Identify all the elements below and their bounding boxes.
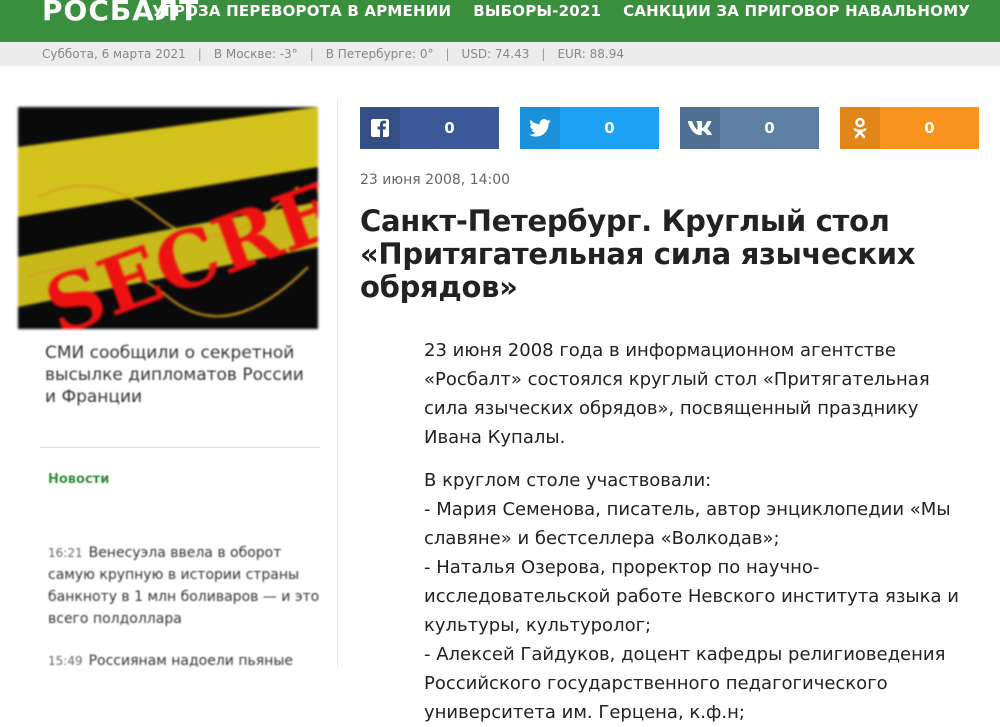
top-bar: РОСБАЛТ УГРОЗА ПЕРЕВОРОТА В АРМЕНИИ ВЫБО… bbox=[0, 0, 1000, 42]
share-count: 0 bbox=[764, 119, 775, 137]
usd-rate: USD: 74.43 bbox=[461, 47, 530, 61]
spb-weather: В Петербурге: 0° bbox=[325, 47, 434, 61]
participant-item: - Алексей Гайдуков, доцент кафедры религ… bbox=[424, 644, 946, 723]
news-heading[interactable]: Новости bbox=[48, 472, 109, 487]
divider bbox=[40, 447, 320, 448]
eur-rate: EUR: 88.94 bbox=[557, 47, 624, 61]
sidebar-news-caption[interactable]: СМИ сообщили о секретной высылке диплома… bbox=[45, 342, 305, 408]
participant-item: - Наталья Озерова, проректор по научно-и… bbox=[424, 557, 959, 636]
separator: | bbox=[309, 47, 314, 61]
separator: | bbox=[445, 47, 450, 61]
share-count: 0 bbox=[924, 119, 935, 137]
separator: | bbox=[541, 47, 546, 61]
facebook-icon bbox=[360, 107, 400, 149]
article-date: 23 июня 2008, 14:00 bbox=[360, 172, 511, 188]
news-item[interactable]: 16:21 Венесуэла ввела в оборот самую круп… bbox=[48, 542, 328, 630]
odnoklassniki-share-button[interactable]: 0 bbox=[840, 107, 979, 149]
vk-share-button[interactable]: 0 bbox=[680, 107, 819, 149]
sidebar-news-image[interactable]: SECRET bbox=[18, 107, 318, 329]
article-intro: 23 июня 2008 года в информационном агент… bbox=[424, 340, 930, 448]
facebook-share-button[interactable]: 0 bbox=[360, 107, 499, 149]
article-body: 23 июня 2008 года в информационном агент… bbox=[424, 336, 964, 727]
share-count: 0 bbox=[604, 119, 615, 137]
news-time: 15:49 bbox=[48, 654, 83, 668]
nav-link-sanctions[interactable]: САНКЦИИ ЗА ПРИГОВОР НАВАЛЬНОМУ bbox=[623, 2, 970, 20]
column-divider bbox=[337, 100, 338, 667]
participant-item: - Мария Семенова, писатель, автор энцикл… bbox=[424, 499, 951, 549]
odnoklassniki-icon bbox=[840, 107, 880, 149]
news-item[interactable]: 15:49 Россиянам надоели пьяные bbox=[48, 650, 328, 672]
share-buttons: 0 0 0 0 bbox=[360, 107, 979, 149]
news-time: 16:21 bbox=[48, 546, 83, 560]
moscow-weather: В Москве: -3° bbox=[213, 47, 298, 61]
participants-heading: В круглом столе участвовали: bbox=[424, 470, 712, 491]
current-date: Суббота, 6 марта 2021 bbox=[42, 47, 186, 61]
article-title: Санкт-Петербург. Круглый стол «Притягате… bbox=[360, 204, 916, 304]
twitter-share-button[interactable]: 0 bbox=[520, 107, 659, 149]
separator: | bbox=[197, 47, 202, 61]
top-nav: УГРОЗА ПЕРЕВОРОТА В АРМЕНИИ ВЫБОРЫ-2021 … bbox=[152, 2, 970, 20]
vk-icon bbox=[680, 107, 720, 149]
info-bar: Суббота, 6 марта 2021 | В Москве: -3° | … bbox=[0, 42, 1000, 66]
share-count: 0 bbox=[444, 119, 455, 137]
nav-link-armenia[interactable]: УГРОЗА ПЕРЕВОРОТА В АРМЕНИИ bbox=[152, 2, 451, 20]
twitter-icon bbox=[520, 107, 560, 149]
nav-link-elections[interactable]: ВЫБОРЫ-2021 bbox=[473, 2, 601, 20]
news-text: Венесуэла ввела в оборот самую крупную в… bbox=[48, 545, 320, 627]
